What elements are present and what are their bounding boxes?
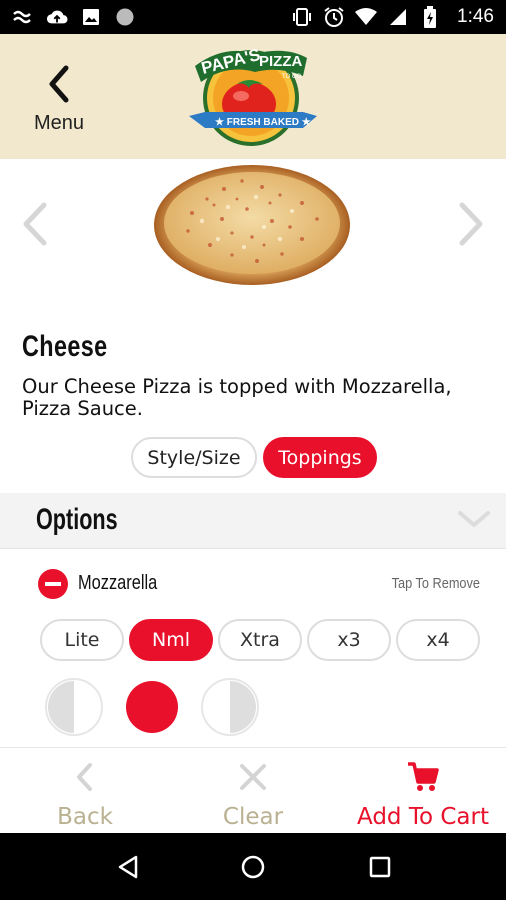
app-header: Menu PAPA'S PIZZA TO GO ★ FRESH BAKED ★ (0, 34, 506, 159)
options-title: Options (36, 503, 118, 536)
topping-row-mozzarella: Mozzarella Tap To Remove (0, 560, 506, 608)
svg-text:PIZZA: PIZZA (259, 53, 302, 70)
previous-chevron-icon[interactable] (18, 199, 52, 249)
chevron-left-icon (77, 763, 92, 791)
back-label: Back (57, 804, 113, 830)
tap-to-remove-hint[interactable]: Tap To Remove (353, 575, 480, 592)
amount-extra-button[interactable]: Xtra (218, 619, 302, 661)
topping-amount-selector: Lite Nml Xtra x3 x4 (40, 619, 480, 661)
product-image-carousel (0, 159, 506, 309)
add-to-cart-button[interactable]: Add To Cart (346, 748, 500, 834)
amount-x4-button[interactable]: x4 (396, 619, 480, 661)
back-button[interactable]: Back (30, 748, 140, 834)
clear-button[interactable]: Clear (198, 748, 308, 834)
nav-recents-icon[interactable] (366, 853, 394, 881)
status-time: 1:46 (457, 6, 494, 27)
android-navigation-bar (0, 833, 506, 900)
shopping-cart-icon (408, 762, 439, 791)
left-half-coverage-icon[interactable] (44, 677, 104, 737)
product-title: Cheese (22, 330, 108, 363)
alarm-icon (323, 6, 345, 28)
amount-normal-button[interactable]: Nml (129, 619, 213, 661)
tab-toppings[interactable]: Toppings (263, 437, 377, 478)
clear-label: Clear (222, 804, 284, 830)
nav-back-icon[interactable] (114, 853, 142, 881)
image-icon (80, 6, 102, 28)
amount-lite-button[interactable]: Lite (40, 619, 124, 661)
product-tabs: Style/Size Toppings (131, 437, 377, 478)
chevron-left-icon (49, 65, 69, 103)
back-menu-label: Menu (33, 112, 85, 134)
options-header[interactable]: Options (0, 493, 506, 549)
tab-style-size[interactable]: Style/Size (131, 437, 257, 478)
wifi-icon (355, 6, 378, 28)
vibrate-icon (291, 6, 313, 28)
whole-coverage-icon[interactable] (122, 677, 182, 737)
amount-x3-button[interactable]: x3 (307, 619, 391, 661)
add-to-cart-label: Add To Cart (357, 804, 489, 830)
topping-name: Mozzarella (78, 572, 158, 594)
back-to-menu-button[interactable]: Menu (20, 64, 98, 139)
right-half-coverage-icon[interactable] (200, 677, 260, 737)
svg-text:★ FRESH BAKED ★: ★ FRESH BAKED ★ (215, 117, 311, 128)
remove-topping-icon[interactable] (38, 569, 68, 599)
pizza-image (154, 165, 350, 285)
cloud-upload-icon (46, 6, 68, 28)
papas-pizza-logo: PAPA'S PIZZA TO GO ★ FRESH BAKED ★ (189, 45, 317, 146)
bottom-action-bar: Back Clear Add To Cart (0, 747, 506, 833)
battery-icon (419, 6, 441, 28)
svg-text:TO GO: TO GO (282, 74, 302, 80)
signal-icon (387, 6, 409, 28)
chevron-down-icon[interactable] (456, 507, 492, 531)
next-chevron-icon[interactable] (454, 199, 488, 249)
circle-icon (114, 6, 136, 28)
nav-home-icon[interactable] (239, 853, 267, 881)
notification-wave-icon (12, 6, 34, 28)
status-bar: 1:46 (0, 0, 506, 34)
close-icon (240, 764, 266, 790)
product-description: Our Cheese Pizza is topped with Mozzarel… (22, 375, 452, 420)
